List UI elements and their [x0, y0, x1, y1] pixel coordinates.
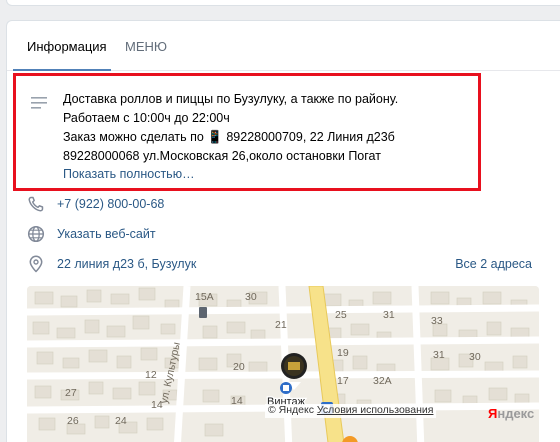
address-row: 22 линия д23 б, Бузулук Все 2 адреса	[7, 254, 560, 276]
map-house-number: 14	[231, 395, 243, 407]
location-pin-icon	[29, 255, 43, 273]
map-house-number: 30	[245, 291, 257, 303]
map-house-number: 33	[431, 315, 443, 327]
map-house-number: 17	[337, 375, 349, 387]
yandex-logo[interactable]: Яндекс	[488, 406, 534, 421]
tab-menu[interactable]: МЕНЮ	[125, 39, 167, 54]
description-highlight: Доставка роллов и пиццы по Бузулуку, а т…	[13, 73, 481, 191]
map-house-number: 20	[233, 361, 245, 373]
map-house-number: 12	[145, 369, 157, 381]
map-house-number: 32А	[373, 375, 392, 387]
address-link[interactable]: 22 линия д23 б, Бузулук	[57, 257, 196, 271]
phone-icon	[28, 196, 44, 212]
map-house-number: 31	[433, 349, 445, 361]
description-line: Работаем с 10:00ч до 22:00ч	[63, 111, 230, 125]
map-house-number: 15А	[195, 291, 214, 303]
tab-bar: Информация МЕНЮ	[7, 21, 560, 71]
map-house-number: 21	[275, 319, 287, 331]
description-line: 89228000068 ул.Московская 26,около остан…	[63, 149, 381, 163]
map-house-number: 25	[335, 309, 347, 321]
terms-of-use-link[interactable]: Условия использования	[317, 404, 434, 416]
phone-number[interactable]: +7 (922) 800-00-68	[57, 197, 164, 211]
description-line: Доставка роллов и пиццы по Бузулуку, а т…	[63, 92, 399, 106]
map-house-number: 26	[67, 415, 79, 427]
add-website-link[interactable]: Указать веб-сайт	[57, 227, 156, 241]
active-tab-indicator	[13, 69, 111, 71]
top-card-edge	[6, 0, 560, 6]
map-house-number: 24	[115, 415, 127, 427]
website-row: Указать веб-сайт	[7, 224, 560, 246]
all-addresses-link[interactable]: Все 2 адреса	[455, 257, 532, 271]
show-more-link[interactable]: Показать полностью…	[63, 167, 195, 181]
map-copyright: © Яндекс Условия использования	[265, 404, 437, 418]
map-house-number: 19	[337, 347, 349, 359]
copyright-text: © Яндекс	[268, 404, 314, 416]
map-house-number: 30	[469, 351, 481, 363]
map-house-number: 31	[383, 309, 395, 321]
map-house-number: 27	[65, 387, 77, 399]
description-line: Заказ можно сделать по 📱 89228000709, 22…	[63, 130, 395, 144]
community-info-card: Информация МЕНЮ Доставка роллов и пиццы …	[6, 20, 560, 442]
phone-row: +7 (922) 800-00-68	[7, 194, 560, 216]
description-lines-icon	[31, 97, 47, 109]
globe-icon	[27, 225, 45, 243]
address-map[interactable]: 15А 30 25 21 19 20 17 15 14 31 33 32А 31…	[27, 286, 539, 442]
description-text: Доставка роллов и пиццы по Бузулуку, а т…	[63, 90, 483, 166]
tab-info[interactable]: Информация	[27, 39, 107, 54]
map-canvas: 15А 30 25 21 19 20 17 15 14 31 33 32А 31…	[27, 286, 539, 442]
